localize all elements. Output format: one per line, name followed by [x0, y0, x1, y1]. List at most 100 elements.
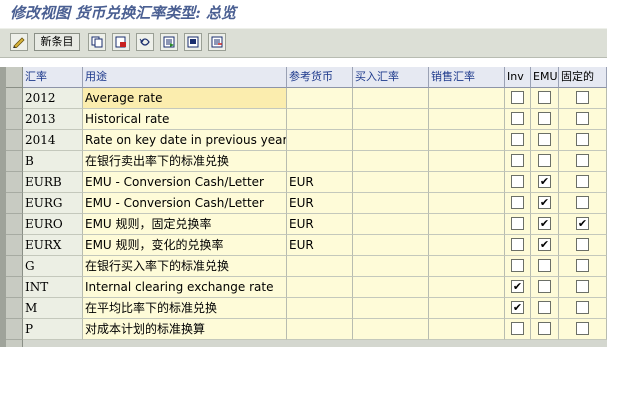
cell-buy-rate[interactable]: [353, 256, 429, 277]
col-header-emu[interactable]: EMU: [531, 67, 559, 88]
cell-reference-currency[interactable]: [287, 151, 353, 172]
cell-usage[interactable]: Rate on key date in previous year: [83, 130, 287, 151]
col-header-reference-currency[interactable]: 参考货币: [287, 67, 353, 88]
cell-reference-currency[interactable]: [287, 277, 353, 298]
fixed-checkbox[interactable]: [576, 91, 589, 104]
emu-checkbox[interactable]: ✔: [538, 175, 551, 188]
row-selector[interactable]: [6, 298, 23, 319]
row-selector[interactable]: [6, 109, 23, 130]
col-header-buy-rate[interactable]: 买入汇率: [353, 67, 429, 88]
row-selector[interactable]: [6, 277, 23, 298]
inv-checkbox[interactable]: [511, 112, 524, 125]
inv-checkbox[interactable]: [511, 196, 524, 209]
emu-checkbox[interactable]: [538, 301, 551, 314]
cell-sell-rate[interactable]: [429, 298, 505, 319]
inv-checkbox[interactable]: ✔: [511, 280, 524, 293]
cell-reference-currency[interactable]: EUR: [287, 193, 353, 214]
inv-checkbox[interactable]: [511, 259, 524, 272]
cell-sell-rate[interactable]: [429, 256, 505, 277]
col-header-usage[interactable]: 用途: [83, 67, 287, 88]
cell-usage[interactable]: EMU - Conversion Cash/Letter: [83, 193, 287, 214]
cell-buy-rate[interactable]: [353, 151, 429, 172]
cell-reference-currency[interactable]: [287, 88, 353, 109]
inv-checkbox[interactable]: [511, 91, 524, 104]
cell-sell-rate[interactable]: [429, 214, 505, 235]
inv-checkbox[interactable]: [511, 154, 524, 167]
cell-buy-rate[interactable]: [353, 277, 429, 298]
cell-usage[interactable]: 对成本计划的标准换算: [83, 319, 287, 340]
fixed-checkbox[interactable]: [576, 238, 589, 251]
emu-checkbox[interactable]: ✔: [538, 196, 551, 209]
cell-buy-rate[interactable]: [353, 88, 429, 109]
row-selector[interactable]: [6, 256, 23, 277]
cell-reference-currency[interactable]: EUR: [287, 172, 353, 193]
cell-usage[interactable]: EMU 规则，固定兑换率: [83, 214, 287, 235]
cell-usage[interactable]: Internal clearing exchange rate: [83, 277, 287, 298]
col-header-sell-rate[interactable]: 销售汇率: [429, 67, 505, 88]
emu-checkbox[interactable]: [538, 112, 551, 125]
row-selector[interactable]: [6, 235, 23, 256]
emu-checkbox[interactable]: ✔: [538, 217, 551, 230]
cell-sell-rate[interactable]: [429, 88, 505, 109]
row-selector[interactable]: [6, 88, 23, 109]
inv-checkbox[interactable]: [511, 217, 524, 230]
cell-buy-rate[interactable]: [353, 319, 429, 340]
cell-sell-rate[interactable]: [429, 319, 505, 340]
col-header-fixed[interactable]: 固定的: [559, 67, 607, 88]
cell-usage[interactable]: Average rate: [83, 88, 287, 109]
cell-sell-rate[interactable]: [429, 235, 505, 256]
cell-usage[interactable]: EMU 规则，变化的兑换率: [83, 235, 287, 256]
fixed-checkbox[interactable]: [576, 154, 589, 167]
cell-sell-rate[interactable]: [429, 193, 505, 214]
cell-sell-rate[interactable]: [429, 172, 505, 193]
select-all-icon[interactable]: [160, 33, 178, 51]
row-selector[interactable]: [6, 319, 23, 340]
inv-checkbox[interactable]: [511, 133, 524, 146]
deselect-all-icon[interactable]: [208, 33, 226, 51]
cell-sell-rate[interactable]: [429, 130, 505, 151]
cell-sell-rate[interactable]: [429, 151, 505, 172]
cell-usage[interactable]: 在平均比率下的标准兑换: [83, 298, 287, 319]
cell-reference-currency[interactable]: [287, 130, 353, 151]
inv-checkbox[interactable]: [511, 238, 524, 251]
new-entries-button[interactable]: 新条目: [34, 33, 80, 51]
row-selector[interactable]: [6, 130, 23, 151]
select-block-icon[interactable]: [184, 33, 202, 51]
cell-sell-rate[interactable]: [429, 277, 505, 298]
fixed-checkbox[interactable]: [576, 280, 589, 293]
cell-buy-rate[interactable]: [353, 172, 429, 193]
emu-checkbox[interactable]: ✔: [538, 238, 551, 251]
cell-reference-currency[interactable]: [287, 256, 353, 277]
glasses-icon[interactable]: [10, 33, 28, 51]
delete-icon[interactable]: [112, 33, 130, 51]
cell-reference-currency[interactable]: [287, 298, 353, 319]
emu-checkbox[interactable]: [538, 91, 551, 104]
cell-usage[interactable]: EMU - Conversion Cash/Letter: [83, 172, 287, 193]
emu-checkbox[interactable]: [538, 280, 551, 293]
fixed-checkbox[interactable]: [576, 175, 589, 188]
copy-icon[interactable]: [88, 33, 106, 51]
emu-checkbox[interactable]: [538, 154, 551, 167]
cell-reference-currency[interactable]: EUR: [287, 235, 353, 256]
cell-buy-rate[interactable]: [353, 193, 429, 214]
cell-buy-rate[interactable]: [353, 214, 429, 235]
inv-checkbox[interactable]: ✔: [511, 301, 524, 314]
cell-reference-currency[interactable]: [287, 109, 353, 130]
inv-checkbox[interactable]: [511, 175, 524, 188]
cell-reference-currency[interactable]: EUR: [287, 214, 353, 235]
emu-checkbox[interactable]: [538, 322, 551, 335]
cell-sell-rate[interactable]: [429, 109, 505, 130]
row-selector[interactable]: [6, 214, 23, 235]
row-selector[interactable]: [6, 151, 23, 172]
inv-checkbox[interactable]: [511, 322, 524, 335]
cell-buy-rate[interactable]: [353, 130, 429, 151]
fixed-checkbox[interactable]: [576, 322, 589, 335]
fixed-checkbox[interactable]: [576, 301, 589, 314]
cell-reference-currency[interactable]: [287, 319, 353, 340]
cell-usage[interactable]: Historical rate: [83, 109, 287, 130]
fixed-checkbox[interactable]: [576, 133, 589, 146]
col-header-inv[interactable]: Inv: [505, 67, 531, 88]
emu-checkbox[interactable]: [538, 133, 551, 146]
fixed-checkbox[interactable]: ✔: [576, 217, 589, 230]
col-header-rate[interactable]: 汇率: [23, 67, 83, 88]
